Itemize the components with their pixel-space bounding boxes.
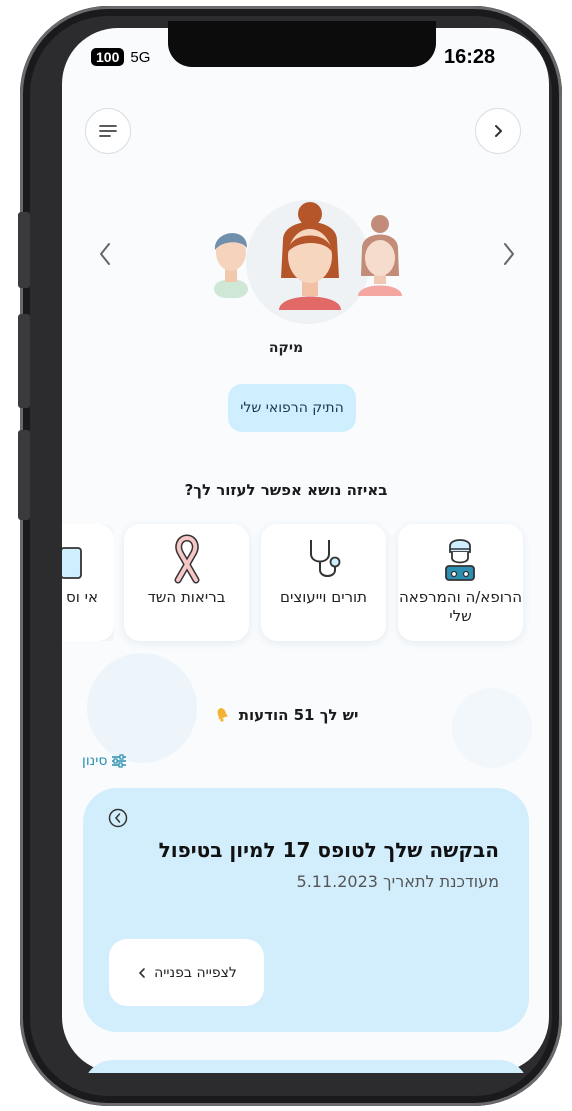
volume-down-button xyxy=(18,430,30,520)
battery-indicator: 100 xyxy=(91,48,125,66)
bell-icon xyxy=(217,708,228,722)
topic-card-breast-health[interactable]: בריאות השד xyxy=(124,524,249,641)
topic-label-doctor: הרופא/ה והמרפאה שלי xyxy=(398,588,523,625)
hamburger-icon xyxy=(99,125,117,137)
status-left: 100 5G xyxy=(91,48,150,66)
silent-switch xyxy=(18,212,30,288)
view-request-button[interactable]: לצפייה בפנייה xyxy=(109,939,264,1006)
message-card[interactable]: הבקשה שלך לטופס 17 למיון בטיפול מעודכנת … xyxy=(83,788,529,1032)
filter-button[interactable]: סינון xyxy=(82,753,127,769)
view-request-label: לצפייה בפנייה xyxy=(154,964,237,981)
camera-notch xyxy=(168,21,436,67)
ribbon-icon xyxy=(174,534,200,584)
topic-label-partial: אי וס xyxy=(66,588,98,606)
message-title: הבקשה שלך לטופס 17 למיון בטיפול xyxy=(158,838,499,862)
menu-button[interactable] xyxy=(85,108,131,154)
avatar-girl[interactable] xyxy=(350,212,410,298)
notifications-text: יש לך 51 הודעות xyxy=(238,706,359,724)
status-time: 16:28 xyxy=(444,46,496,68)
collapse-icon[interactable] xyxy=(107,807,129,829)
forward-button[interactable] xyxy=(475,108,521,154)
topic-card-partial[interactable]: אי וס xyxy=(62,524,114,641)
next-profile-arrow[interactable] xyxy=(500,240,518,268)
message-card-next[interactable] xyxy=(83,1060,529,1073)
stethoscope-icon xyxy=(310,540,341,577)
topic-card-doctor[interactable]: הרופא/ה והמרפאה שלי xyxy=(398,524,523,641)
doctor-icon xyxy=(445,539,475,581)
document-icon xyxy=(62,547,82,579)
next-card-clip xyxy=(62,1050,549,1073)
profile-name: מיקה xyxy=(268,340,304,356)
topic-label-appointments: תורים וייעוצים xyxy=(280,588,367,606)
chevron-left-icon xyxy=(139,967,145,978)
volume-up-button xyxy=(18,314,30,408)
message-date: מעודכנת לתאריך 5.11.2023 xyxy=(296,872,499,891)
help-question: באיזה נושא אפשר לעזור לך? xyxy=(184,481,388,499)
avatar-boy[interactable] xyxy=(200,218,262,298)
medical-file-button[interactable]: התיק הרפואי שלי xyxy=(228,384,356,432)
network-indicator: 5G xyxy=(130,48,151,66)
topic-card-appointments[interactable]: תורים וייעוצים xyxy=(261,524,386,641)
sliders-icon xyxy=(112,754,127,768)
prev-profile-arrow[interactable] xyxy=(96,240,114,268)
filter-label: סינון xyxy=(82,753,108,769)
avatar-woman-selected[interactable] xyxy=(265,200,355,318)
chevron-right-icon xyxy=(495,125,502,137)
notifications-summary: יש לך 51 הודעות xyxy=(0,706,572,724)
topic-card-partial-clip: אי וס xyxy=(62,524,114,641)
topic-label-breast-health: בריאות השד xyxy=(147,588,226,606)
